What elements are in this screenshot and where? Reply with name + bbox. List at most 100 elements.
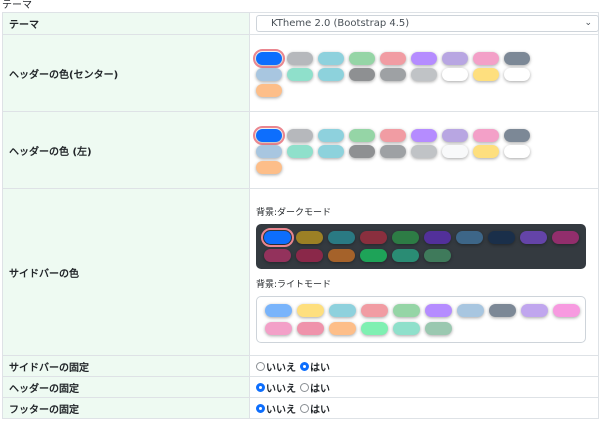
sidebar-light-color-swatch[interactable]	[265, 322, 292, 335]
header-left-color-swatch[interactable]	[349, 128, 375, 142]
header-left-label: ヘッダーの色 (左)	[2, 111, 250, 189]
sidebar-light-color-swatch[interactable]	[489, 304, 516, 317]
option-label: いいえ	[266, 362, 296, 374]
header-center-color-swatch[interactable]	[442, 67, 468, 81]
sidebar-dark-color-swatch[interactable]	[296, 249, 323, 262]
footer-fixed-option-no[interactable]: いいえ	[256, 401, 296, 416]
header-center-color-swatch[interactable]	[380, 67, 406, 81]
header-center-color-swatch[interactable]	[504, 51, 530, 65]
sidebar-light-color-swatch[interactable]	[457, 304, 484, 317]
header-center-color-swatch[interactable]	[287, 67, 313, 81]
header-fixed-radio-group: いいえ はい	[256, 380, 598, 395]
header-center-color-swatch[interactable]	[442, 51, 468, 65]
sidebar-light-color-swatch[interactable]	[553, 304, 580, 317]
option-label: はい	[310, 404, 330, 416]
header-center-color-swatch[interactable]	[256, 83, 282, 97]
header-center-color-swatch[interactable]	[287, 51, 313, 65]
sidebar-light-color-swatch[interactable]	[297, 304, 324, 317]
sidebar-light-color-swatch[interactable]	[297, 322, 324, 335]
sidebar-light-color-swatch[interactable]	[425, 304, 452, 317]
sidebar-dark-color-swatch[interactable]	[488, 231, 515, 244]
sidebar-dark-color-swatch[interactable]	[328, 231, 355, 244]
header-fixed-radio-no[interactable]	[256, 382, 265, 392]
table-caption: テーマ	[2, 0, 32, 11]
header-left-color-swatch[interactable]	[256, 160, 282, 174]
row-header-fixed: ヘッダーの固定 いいえ はい	[2, 376, 599, 398]
sidebar-dark-color-swatch[interactable]	[392, 231, 419, 244]
sidebar-dark-color-swatch[interactable]	[261, 228, 294, 247]
header-left-color-swatch[interactable]	[473, 128, 499, 142]
header-center-color-swatch[interactable]	[318, 67, 344, 81]
light-mode-label: 背景:ライトモード	[256, 280, 332, 290]
header-left-color-swatch[interactable]	[442, 144, 468, 158]
sidebar-dark-color-swatch[interactable]	[424, 249, 451, 262]
sidebar-light-color-swatch[interactable]	[425, 322, 452, 335]
header-left-color-swatch[interactable]	[504, 128, 530, 142]
sidebar-light-color-swatch[interactable]	[361, 322, 388, 335]
header-left-color-swatch[interactable]	[411, 128, 437, 142]
header-fixed-option-yes[interactable]: はい	[300, 380, 330, 395]
sidebar-dark-color-swatch[interactable]	[360, 249, 387, 262]
header-center-color-swatch[interactable]	[349, 67, 375, 81]
header-left-color-swatch[interactable]	[287, 128, 313, 142]
header-center-color-swatch[interactable]	[256, 67, 282, 81]
sidebar-fixed-option-yes[interactable]: はい	[300, 359, 330, 374]
header-center-color-swatch[interactable]	[253, 48, 285, 68]
sidebar-dark-color-swatch[interactable]	[424, 231, 451, 244]
sidebar-fixed-radio-yes[interactable]	[300, 361, 309, 371]
footer-fixed-radio-no[interactable]	[256, 403, 265, 413]
row-header-color-center: ヘッダーの色(センター)	[2, 34, 599, 112]
sidebar-light-color-swatch[interactable]	[265, 304, 292, 317]
header-left-color-swatch[interactable]	[473, 144, 499, 158]
sidebar-fixed-option-no[interactable]: いいえ	[256, 359, 296, 374]
sidebar-dark-color-swatch[interactable]	[328, 249, 355, 262]
header-left-color-swatch[interactable]	[411, 144, 437, 158]
sidebar-dark-color-swatch[interactable]	[552, 231, 579, 244]
theme-label: テーマ	[2, 12, 250, 35]
header-left-color-swatch[interactable]	[287, 144, 313, 158]
header-fixed-option-no[interactable]: いいえ	[256, 380, 296, 395]
header-fixed-label: ヘッダーの固定	[2, 376, 250, 398]
sidebar-fixed-radio-no[interactable]	[256, 361, 265, 371]
sidebar-dark-color-swatch[interactable]	[392, 249, 419, 262]
option-label: はい	[310, 383, 330, 395]
sidebar-dark-color-swatch[interactable]	[456, 231, 483, 244]
header-center-color-swatch[interactable]	[411, 51, 437, 65]
theme-select[interactable]: KTheme 2.0 (Bootstrap 4.5) ⌄	[256, 15, 599, 32]
header-left-color-swatch[interactable]	[253, 125, 285, 145]
header-left-color-swatch[interactable]	[442, 128, 468, 142]
header-center-color-swatch[interactable]	[349, 51, 375, 65]
header-left-color-swatch[interactable]	[504, 144, 530, 158]
sidebar-light-color-swatch[interactable]	[361, 304, 388, 317]
header-left-color-swatch[interactable]	[380, 128, 406, 142]
header-left-color-swatch[interactable]	[349, 144, 375, 158]
sidebar-dark-color-swatch[interactable]	[520, 231, 547, 244]
sidebar-color-label: サイドバーの色	[2, 188, 250, 356]
header-left-color-swatch[interactable]	[318, 128, 344, 142]
header-center-color-swatch[interactable]	[380, 51, 406, 65]
footer-fixed-option-yes[interactable]: はい	[300, 401, 330, 416]
header-fixed-radio-yes[interactable]	[300, 382, 309, 392]
footer-fixed-radio-yes[interactable]	[300, 403, 309, 413]
sidebar-dark-color-swatch[interactable]	[296, 231, 323, 244]
sidebar-dark-color-swatch[interactable]	[360, 231, 387, 244]
row-sidebar-color: サイドバーの色 背景:ダークモード 背景:ライトモード	[2, 188, 599, 356]
sidebar-light-color-swatch[interactable]	[329, 304, 356, 317]
sidebar-light-color-swatch[interactable]	[329, 322, 356, 335]
header-center-color-swatch[interactable]	[473, 67, 499, 81]
sidebar-light-color-swatch[interactable]	[393, 322, 420, 335]
sidebar-light-color-swatch[interactable]	[521, 304, 548, 317]
dark-mode-label: 背景:ダークモード	[256, 208, 332, 218]
sidebar-light-color-swatch[interactable]	[393, 304, 420, 317]
dark-mode-panel	[256, 224, 586, 269]
header-center-color-swatch[interactable]	[318, 51, 344, 65]
header-left-color-swatch[interactable]	[380, 144, 406, 158]
light-mode-panel	[256, 296, 586, 343]
header-center-color-swatch[interactable]	[411, 67, 437, 81]
header-left-color-swatch[interactable]	[318, 144, 344, 158]
header-center-color-swatch[interactable]	[504, 67, 530, 81]
sidebar-dark-color-swatch[interactable]	[264, 249, 291, 262]
header-center-color-swatch[interactable]	[473, 51, 499, 65]
header-left-color-swatch[interactable]	[256, 144, 282, 158]
row-theme: テーマ KTheme 2.0 (Bootstrap 4.5) ⌄	[2, 12, 599, 35]
